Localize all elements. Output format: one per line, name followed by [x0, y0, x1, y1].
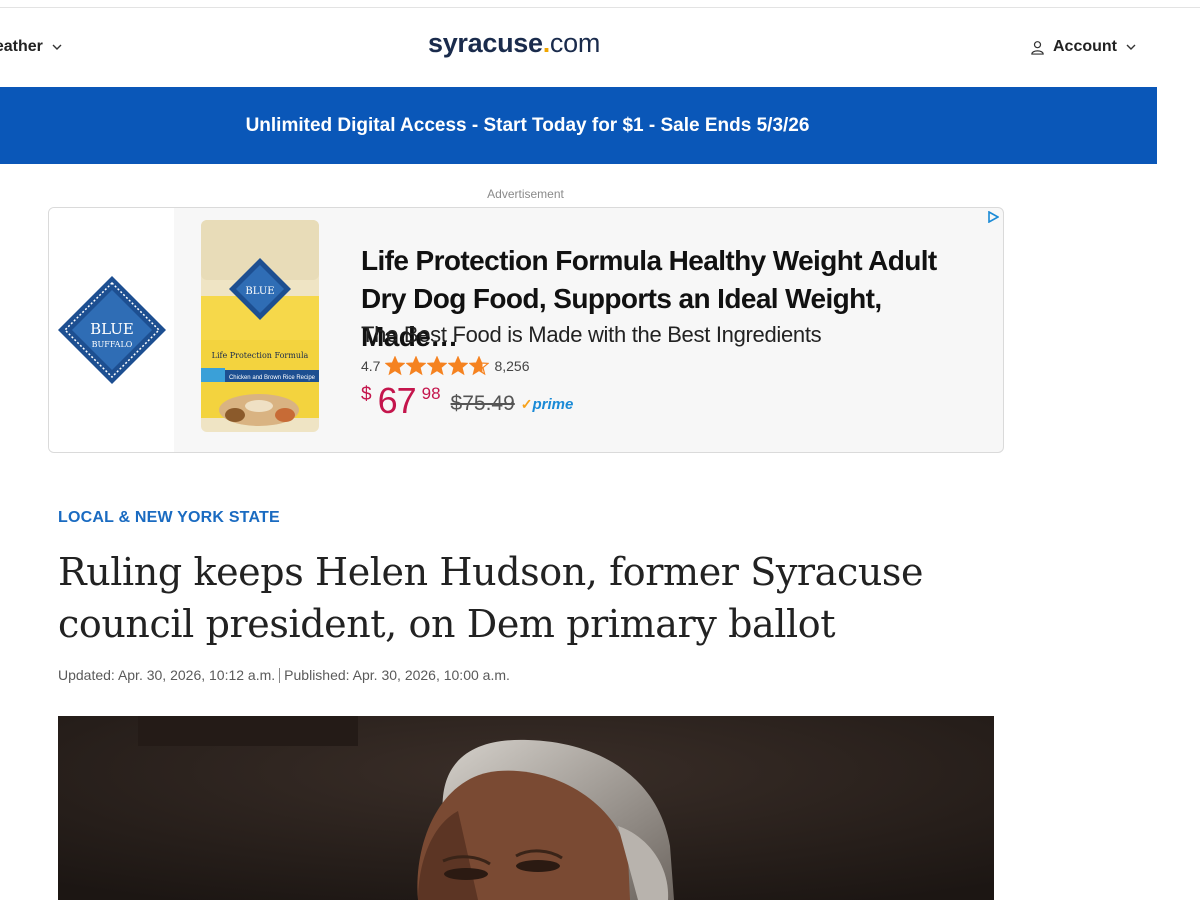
ad-tagline: The Best Food is Made with the Best Ingr…	[361, 322, 822, 347]
weather-menu[interactable]: Weather	[0, 38, 63, 56]
star-rating	[385, 356, 490, 376]
dateline-separator	[279, 668, 281, 683]
published-time: Published: Apr. 30, 2026, 10:00 a.m.	[284, 667, 510, 683]
svg-text:BLUE: BLUE	[90, 320, 134, 338]
advertisement-label: Advertisement	[487, 187, 564, 201]
star-icon	[448, 356, 469, 376]
account-menu[interactable]: Account	[1030, 38, 1137, 56]
prime-label: prime	[532, 396, 574, 413]
review-count: 8,256	[494, 358, 530, 374]
logo-dot: .	[542, 28, 551, 58]
chevron-down-icon	[1126, 44, 1136, 50]
user-icon	[1031, 40, 1044, 55]
svg-text:BUFFALO: BUFFALO	[92, 340, 133, 349]
article-lead-photo[interactable]	[58, 716, 994, 900]
dog-food-bag-image: BLUE Life Protection Formula Chicken and…	[201, 220, 319, 432]
prime-badge: ✓ prime	[521, 396, 574, 413]
rating-value: 4.7	[361, 358, 381, 374]
star-icon	[427, 356, 448, 376]
article-headline: Ruling keeps Helen Hudson, former Syracu…	[58, 550, 924, 646]
svg-text:BLUE: BLUE	[245, 286, 274, 297]
article-dateline: Updated: Apr. 30, 2026, 10:12 a.m. Publis…	[58, 667, 510, 683]
weather-label: Weather	[0, 38, 43, 55]
chevron-down-icon	[52, 44, 62, 50]
site-logo[interactable]: syracuse.com	[428, 28, 600, 59]
account-label: Account	[1053, 38, 1117, 55]
advertisement-banner[interactable]: BLUE BUFFALO BLUE Life Protection Formul…	[48, 207, 1004, 453]
site-header: Weather syracuse.com Account	[0, 8, 1157, 87]
ad-rating: 4.7 8,256	[361, 356, 530, 376]
star-icon	[406, 356, 427, 376]
logo-wordmark: syracuse	[428, 28, 543, 58]
price-whole: 67	[377, 380, 417, 421]
star-icon	[385, 356, 406, 376]
section-kicker[interactable]: LOCAL & NEW YORK STATE	[58, 509, 280, 527]
price-currency: $	[361, 384, 372, 405]
logo-tld: com	[549, 28, 601, 58]
svg-text:Chicken and Brown Rice Recipe: Chicken and Brown Rice Recipe	[229, 375, 316, 381]
adchoices-icon[interactable]	[987, 211, 999, 223]
brand-logo-pane: BLUE BUFFALO	[49, 208, 174, 452]
ad-price: $ 67 98 $75.49 ✓ prime	[361, 382, 573, 420]
list-price: $75.49	[450, 392, 515, 415]
portrait-photo	[58, 716, 994, 900]
subscription-promo-banner[interactable]: Unlimited Digital Access - Start Today f…	[0, 87, 1157, 164]
star-icon	[469, 356, 490, 376]
blue-buffalo-logo: BLUE BUFFALO	[58, 276, 166, 384]
updated-time: Updated: Apr. 30, 2026, 10:12 a.m.	[58, 667, 276, 683]
price-fraction: 98	[421, 384, 441, 403]
promo-text: Unlimited Digital Access - Start Today f…	[245, 114, 810, 136]
check-icon: ✓	[520, 396, 533, 412]
svg-text:Life Protection Formula: Life Protection Formula	[212, 351, 309, 360]
